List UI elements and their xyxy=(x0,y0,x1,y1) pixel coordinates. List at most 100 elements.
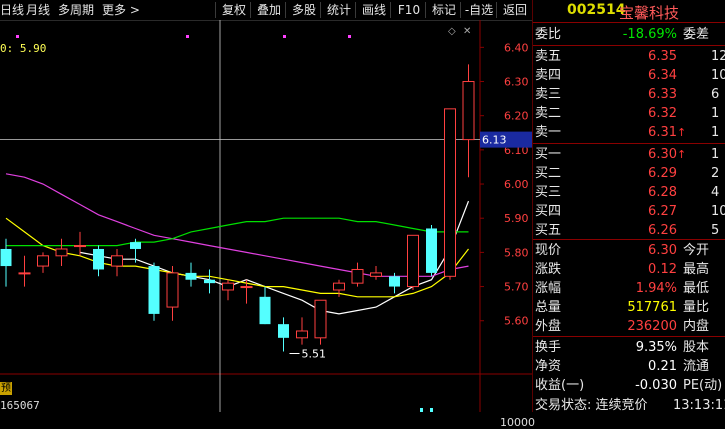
toolbar-button-8[interactable]: 返回 xyxy=(499,0,531,20)
candle-body xyxy=(444,108,456,277)
row-qty: 1 xyxy=(711,147,720,162)
ma-line xyxy=(6,217,469,247)
toolbar-separator xyxy=(250,2,251,18)
up-arrow-icon: ↑ xyxy=(677,126,687,139)
toolbar-separator xyxy=(355,2,356,18)
candle-body xyxy=(222,282,234,291)
candle-body xyxy=(74,245,86,248)
row-right-label: 股本 xyxy=(683,340,710,355)
order-book-row: 买二 6.29 2 xyxy=(533,164,725,183)
row-label: 换手 xyxy=(535,340,562,355)
indicator-box[interactable]: 预 xyxy=(0,382,12,395)
stat-row: 涨跌 0.12 最高 xyxy=(533,260,725,279)
row-label: 卖四 xyxy=(535,68,562,83)
toolbar-item-2[interactable]: 多周期 xyxy=(58,0,94,20)
toolbar-separator xyxy=(215,2,216,18)
row-label: 卖一 xyxy=(535,125,562,140)
row-right-label: PE(动) xyxy=(683,378,723,393)
candle-body xyxy=(37,255,49,267)
row-label: 卖三 xyxy=(535,87,562,102)
row-right-label: 最高 xyxy=(683,262,710,277)
low-price-label: 5.51 xyxy=(302,347,327,360)
toolbar-button-3[interactable]: 统计 xyxy=(323,0,355,20)
row-label: 卖五 xyxy=(535,49,562,64)
toolbar-button-0[interactable]: 复权 xyxy=(218,0,250,20)
candle-body xyxy=(351,268,364,284)
candle-body xyxy=(407,234,419,288)
row-value: 6.27 xyxy=(648,204,677,219)
toolbar-button-6[interactable]: 标记 xyxy=(428,0,460,20)
candle-body xyxy=(314,299,327,339)
row-qty: 1 xyxy=(711,106,720,121)
row-value: 6.26 xyxy=(648,223,677,238)
axis-tick-label: 5.70 xyxy=(504,281,529,294)
row-right-label: 最低 xyxy=(683,281,710,296)
toolbar-item-3[interactable]: 更多 > xyxy=(102,0,140,20)
ma-line xyxy=(5,173,469,277)
row-qty: 2 xyxy=(711,166,720,181)
toolbar-separator xyxy=(390,2,391,18)
row-qty: 4 xyxy=(711,185,720,200)
weibi-row: 委比 -18.69% 委差 xyxy=(533,25,725,44)
row-label: 涨幅 xyxy=(535,281,562,296)
candle-body xyxy=(166,272,179,308)
row-value: 6.29 xyxy=(648,166,677,181)
row-label: 净资 xyxy=(535,359,562,374)
row-label: 收益(一) xyxy=(535,378,585,393)
trade-status-row: 交易状态: 连续竞价 13:13:11 xyxy=(533,396,725,415)
row-label: 买一 xyxy=(535,147,562,162)
axis-tick-label: 5.60 xyxy=(504,315,529,328)
row-label: 现价 xyxy=(535,243,562,258)
stat-row: 总量 517761 量比 xyxy=(533,298,725,317)
axis-tick-label: 6.40 xyxy=(504,41,529,54)
kline-chart[interactable]: 6.40 6.30 6.20 6.10 6.00 5.90 5.80 5.70 5.60 6.13… xyxy=(0,20,535,429)
quote-panel: 002514 宝馨科技 委比 -18.69% 委差 卖五 6.35 12 卖四 6.34… xyxy=(532,0,725,415)
candle-body xyxy=(130,242,141,249)
order-book-row: 卖一 6.31 1 ↑ xyxy=(533,123,725,142)
toolbar-button-7[interactable]: -自选 xyxy=(463,0,495,20)
kline-svg[interactable]: 6.406.306.206.106.005.905.805.705.606.13… xyxy=(0,20,532,412)
candle-body xyxy=(18,272,31,275)
candle-body xyxy=(296,330,308,339)
order-book-row: 卖四 6.34 10 xyxy=(533,66,725,85)
candle-body xyxy=(204,279,215,284)
toolbar-item-1[interactable]: 月线 xyxy=(26,0,50,20)
divider xyxy=(533,22,725,23)
toolbar-button-4[interactable]: 画线 xyxy=(358,0,390,20)
order-book-row: 买一 6.30 1 ↑ xyxy=(533,145,725,164)
order-book-row: 卖二 6.32 1 xyxy=(533,104,725,123)
row-label: 总量 xyxy=(535,300,562,315)
toolbar-button-2[interactable]: 多股 xyxy=(288,0,320,20)
period-marker xyxy=(186,35,189,38)
row-label: 买二 xyxy=(535,166,562,181)
row-value: 6.35 xyxy=(648,49,677,64)
row-label: 外盘 xyxy=(535,319,562,334)
stock-name[interactable]: 宝馨科技 xyxy=(619,2,679,23)
row-value: 0.21 xyxy=(648,359,677,374)
toolbar-item-0[interactable]: 日线 xyxy=(0,0,24,20)
stat-row: 外盘 236200 内盘 xyxy=(533,317,725,336)
weibi-label: 委比 xyxy=(535,27,562,42)
candle-body xyxy=(55,248,68,257)
stock-code: 002514 xyxy=(567,2,626,18)
trade-status: 交易状态: 连续竞价 xyxy=(535,398,648,413)
row-right-label: 流通 xyxy=(683,359,710,374)
row-value: 6.28 xyxy=(648,185,677,200)
candle-body xyxy=(259,296,271,325)
order-book-row: 买三 6.28 4 xyxy=(533,183,725,202)
candle-body xyxy=(370,272,382,277)
row-qty: 12 xyxy=(711,49,725,64)
ma-legend: 0: 5.90 xyxy=(0,42,47,55)
toolbar-separator xyxy=(285,2,286,18)
row-value: 6.30 xyxy=(648,147,677,162)
row-qty: 10 xyxy=(711,68,725,83)
stat-row: 换手 9.35% 股本 xyxy=(533,338,725,357)
toolbar-button-1[interactable]: 叠加 xyxy=(253,0,285,20)
order-book-row: 买五 6.26 5 xyxy=(533,221,725,240)
period-marker xyxy=(16,35,19,38)
row-label: 买三 xyxy=(535,185,562,200)
axis-tick-label: 6.20 xyxy=(504,110,529,123)
order-book-row: 卖五 6.35 12 xyxy=(533,47,725,66)
row-value: 517761 xyxy=(627,300,677,315)
toolbar-button-5[interactable]: F10 xyxy=(393,0,425,20)
